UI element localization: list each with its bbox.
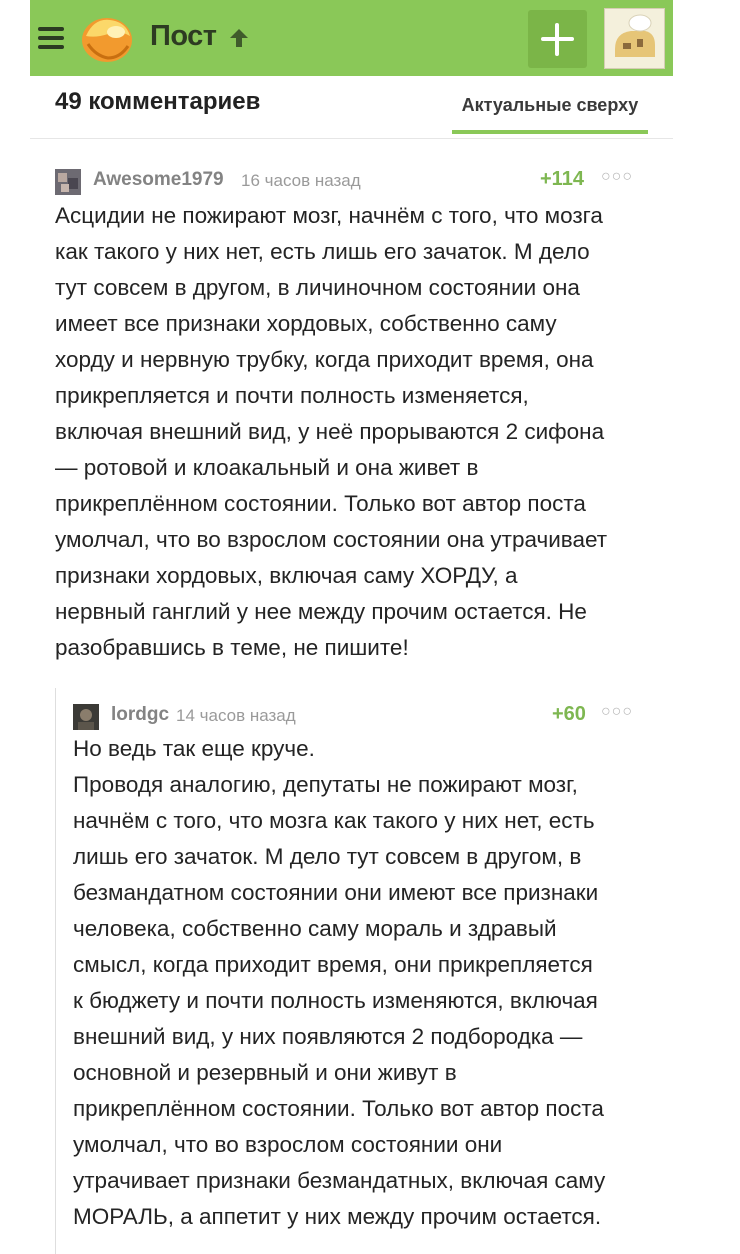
comment-rating: +60	[552, 703, 586, 725]
user-avatar-icon	[615, 14, 655, 57]
comment-text: Но ведь так еще круче. Проводя аналогию,…	[73, 736, 606, 1229]
comment-time[interactable]: 16 часов назад	[241, 171, 361, 191]
more-dots-icon[interactable]: ○○○	[601, 703, 633, 721]
comment-header: lordgc 14 часов назад +60 ○○○	[73, 702, 643, 730]
sort-order-tab[interactable]: Актуальные сверху	[452, 95, 648, 116]
comment-username[interactable]: lordgc	[111, 704, 169, 726]
pikabu-logo-icon[interactable]	[80, 12, 134, 64]
hamburger-menu-icon[interactable]	[38, 27, 64, 49]
divider	[30, 138, 673, 139]
user-avatar-icon[interactable]	[55, 169, 81, 195]
user-avatar[interactable]	[604, 8, 665, 69]
comment-time[interactable]: 14 часов назад	[176, 706, 296, 726]
comment-username[interactable]: Awesome1979	[93, 169, 224, 191]
user-avatar-icon[interactable]	[73, 704, 99, 730]
comment-text: Асцидии не пожирают мозг, начнём с того,…	[55, 203, 608, 660]
comments-count: 49 комментариев	[55, 88, 261, 115]
top-header: Пост	[30, 0, 673, 76]
sort-tab-underline	[452, 130, 648, 134]
comment-rating: +114	[540, 168, 584, 190]
add-post-button[interactable]	[528, 10, 587, 68]
comment-header: Awesome1979 16 часов назад +114 ○○○	[55, 167, 640, 195]
arrow-up-icon[interactable]	[227, 26, 251, 50]
page-title: Пост	[150, 20, 217, 52]
more-dots-icon[interactable]: ○○○	[601, 168, 633, 186]
reply-thread-line	[55, 688, 56, 1254]
